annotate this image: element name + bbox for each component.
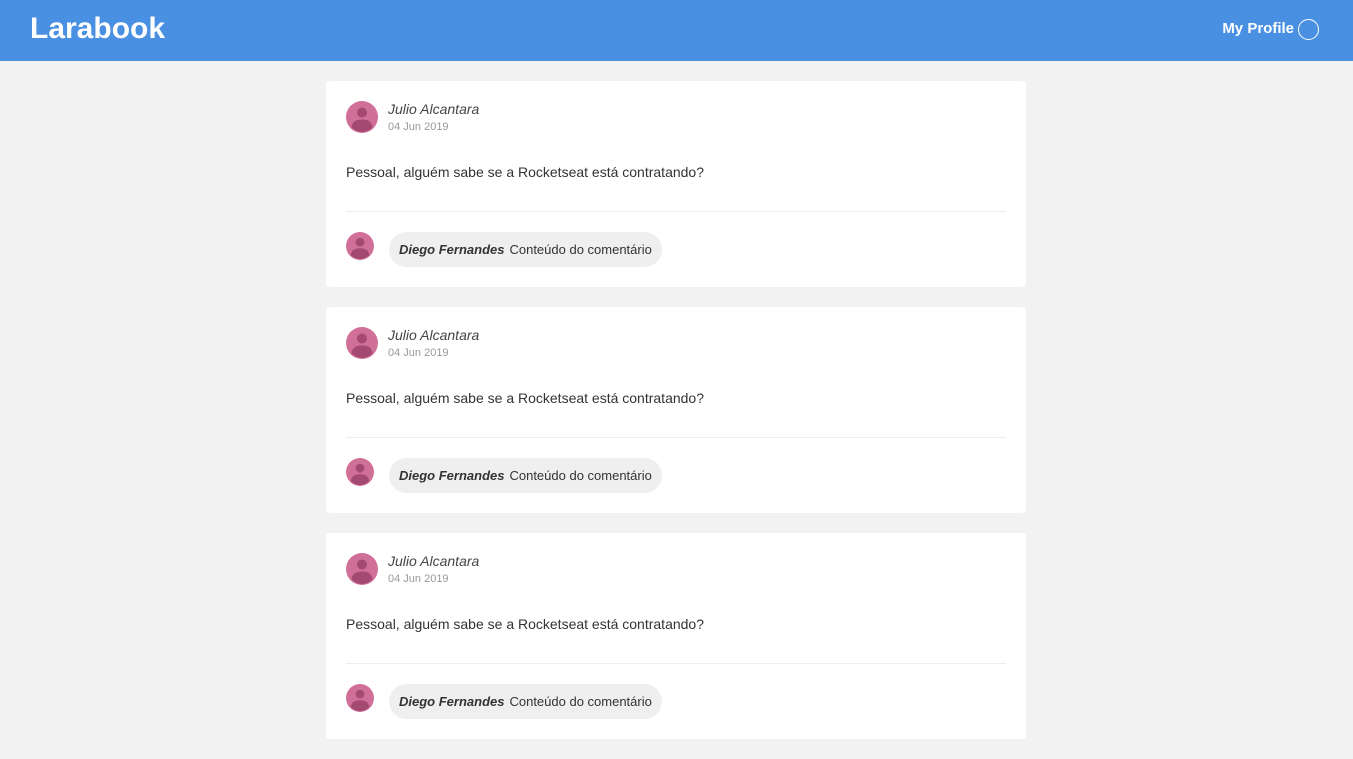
comment-bubble: Diego Fernandes Conteúdo do comentário <box>389 458 662 493</box>
post-author[interactable]: Julio Alcantara <box>388 553 479 569</box>
post-date: 04 Jun 2019 <box>388 347 449 359</box>
commenter-avatar-icon <box>346 232 374 260</box>
comment-text: Conteúdo do comentário <box>509 694 652 709</box>
post-card: Julio Alcantara 04 Jun 2019 Pessoal, alg… <box>326 81 1026 287</box>
app-logo[interactable]: Larabook <box>30 12 165 46</box>
comment-author[interactable]: Diego Fernandes <box>399 694 504 709</box>
comment: Diego Fernandes Conteúdo do comentário <box>346 232 1006 267</box>
post-divider <box>346 211 1006 212</box>
profile-avatar-icon <box>1298 18 1319 40</box>
comment-bubble: Diego Fernandes Conteúdo do comentário <box>389 232 662 267</box>
my-profile-link[interactable]: My Profile <box>1222 18 1319 40</box>
post-header: Julio Alcantara 04 Jun 2019 <box>346 553 1006 586</box>
comment: Diego Fernandes Conteúdo do comentário <box>346 458 1006 493</box>
user-avatar-icon <box>346 101 378 133</box>
post-divider <box>346 437 1006 438</box>
comment-author[interactable]: Diego Fernandes <box>399 242 504 257</box>
post-header: Julio Alcantara 04 Jun 2019 <box>346 101 1006 134</box>
app-header: Larabook My Profile <box>0 0 1353 61</box>
post-author[interactable]: Julio Alcantara <box>388 101 479 117</box>
post-author[interactable]: Julio Alcantara <box>388 327 479 343</box>
post-date: 04 Jun 2019 <box>388 573 449 585</box>
post-card: Julio Alcantara 04 Jun 2019 Pessoal, alg… <box>326 533 1026 739</box>
comment-text: Conteúdo do comentário <box>509 242 652 257</box>
comment-text: Conteúdo do comentário <box>509 468 652 483</box>
post-content: Pessoal, alguém sabe se a Rocketseat est… <box>346 616 704 632</box>
commenter-avatar-icon <box>346 458 374 486</box>
comment-author[interactable]: Diego Fernandes <box>399 468 504 483</box>
user-avatar-icon <box>346 553 378 585</box>
post-meta: Julio Alcantara 04 Jun 2019 <box>388 553 479 586</box>
post-card: Julio Alcantara 04 Jun 2019 Pessoal, alg… <box>326 307 1026 513</box>
user-avatar-icon <box>346 327 378 359</box>
post-content: Pessoal, alguém sabe se a Rocketseat est… <box>346 164 704 180</box>
post-meta: Julio Alcantara 04 Jun 2019 <box>388 101 479 134</box>
comment-bubble: Diego Fernandes Conteúdo do comentário <box>389 684 662 719</box>
post-meta: Julio Alcantara 04 Jun 2019 <box>388 327 479 360</box>
post-feed: Julio Alcantara 04 Jun 2019 Pessoal, alg… <box>326 81 1026 759</box>
commenter-avatar-icon <box>346 684 374 712</box>
comment: Diego Fernandes Conteúdo do comentário <box>346 684 1006 719</box>
post-content: Pessoal, alguém sabe se a Rocketseat est… <box>346 390 704 406</box>
my-profile-label: My Profile <box>1222 20 1294 37</box>
post-header: Julio Alcantara 04 Jun 2019 <box>346 327 1006 360</box>
post-divider <box>346 663 1006 664</box>
post-date: 04 Jun 2019 <box>388 121 449 133</box>
